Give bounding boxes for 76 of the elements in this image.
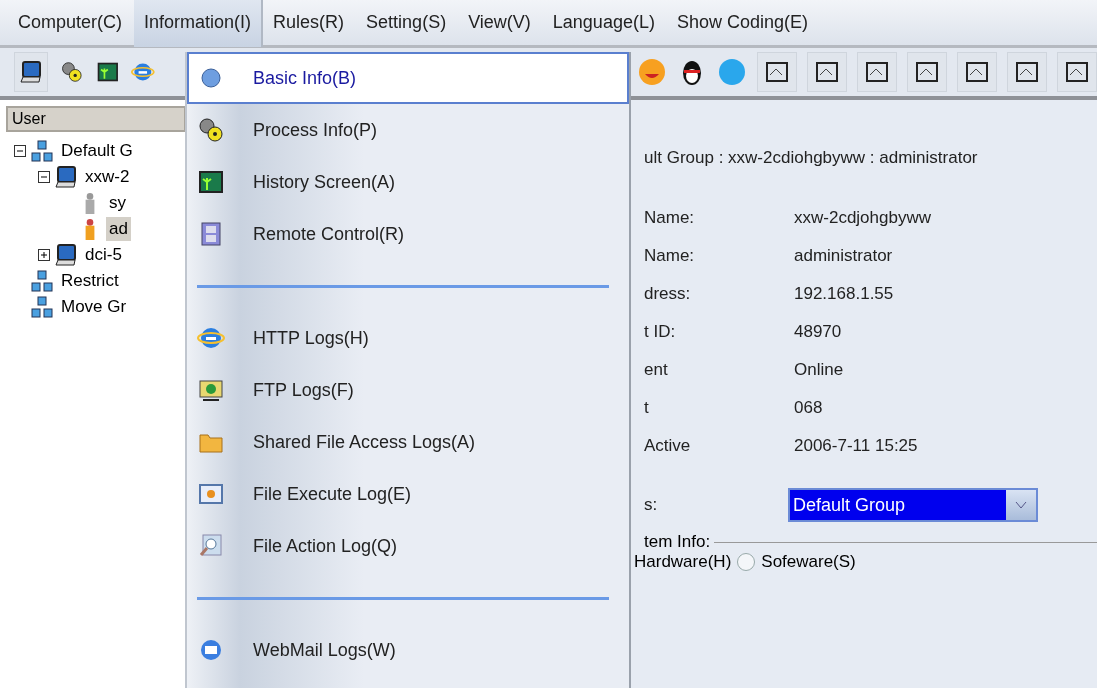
user-icon	[84, 218, 96, 240]
window-icon	[914, 59, 940, 85]
radio-label[interactable]: Sofeware(S)	[761, 552, 856, 572]
computer-icon	[54, 165, 78, 189]
field-value: 068	[794, 397, 824, 419]
field-label: ent	[644, 359, 669, 381]
menu-title[interactable]: Information(I)	[134, 0, 264, 47]
menu-item[interactable]: HTTP Logs(H)	[187, 312, 629, 364]
window-icon	[814, 59, 840, 85]
field-label: Name:	[644, 207, 696, 229]
menu-item[interactable]: WebMail Logs(W)	[187, 624, 629, 676]
menu-item[interactable]: FTP Logs(F)	[187, 364, 629, 416]
network-group-icon	[30, 139, 54, 163]
window-icon	[864, 59, 890, 85]
window-icon	[964, 59, 990, 85]
group-select[interactable]: Default Group	[788, 488, 1038, 522]
window-icon	[1064, 59, 1090, 85]
field-value: Online	[794, 359, 845, 381]
menu-item[interactable]: Process Info(P)	[187, 104, 629, 156]
field-value: 192.168.1.55	[794, 283, 895, 305]
image-tool-button[interactable]	[1057, 52, 1097, 92]
network-group-icon	[30, 295, 54, 319]
menu-item[interactable]: File Execute Log(E)	[187, 468, 629, 520]
tree-item[interactable]: sy	[106, 191, 129, 215]
screen-icon	[197, 168, 225, 196]
expand-toggle-icon[interactable]	[38, 249, 50, 261]
user-icon	[84, 192, 96, 214]
menu-title[interactable]: Language(L)	[542, 0, 667, 47]
caret-icon	[1015, 500, 1027, 510]
field-value: 48970	[794, 321, 843, 343]
menu-title[interactable]: View(V)	[458, 0, 543, 47]
field-value: administrator	[794, 245, 894, 267]
field-value: xxw-2cdjohgbyww	[794, 207, 932, 229]
collapse-toggle-icon[interactable]	[38, 171, 50, 183]
field-value: 2006-7-11 15:25	[794, 435, 919, 457]
field-label: dress:	[644, 283, 692, 305]
tree-item[interactable]: Default G	[58, 139, 136, 163]
menu-title[interactable]: Computer(C)	[8, 0, 135, 47]
breadcrumb-path: ult Group : xxw-2cdiohgbyww : administrator	[644, 148, 979, 168]
gears-icon	[197, 116, 225, 144]
plug-tool-button[interactable]	[757, 52, 797, 92]
tree-item[interactable]: Restrict	[58, 269, 122, 293]
menu-item[interactable]: Shared File Access Logs(A)	[187, 416, 629, 468]
window-icon	[764, 59, 790, 85]
field-label: s:	[644, 494, 659, 516]
tree-item[interactable]: ad	[106, 217, 131, 241]
network-group-icon	[30, 269, 54, 293]
smiley-icon[interactable]	[637, 57, 667, 87]
computer-icon	[19, 60, 44, 84]
field-label: Name:	[644, 245, 696, 267]
collapse-toggle-icon[interactable]	[14, 145, 26, 157]
group-legend: tem Info:	[644, 532, 711, 552]
menu-item[interactable]: History Screen(A)	[187, 156, 629, 208]
menu-item[interactable]: Remote Control(R)	[187, 208, 629, 260]
menu-title[interactable]: Show Coding(E)	[666, 0, 820, 47]
radio-label[interactable]: Hardware(H)	[634, 552, 732, 572]
menu-item[interactable]: File Action Log(Q)	[187, 520, 629, 572]
cable-tool-button[interactable]	[807, 52, 847, 92]
field-label: t	[644, 397, 650, 419]
tree-item[interactable]: dci-5	[82, 243, 125, 267]
field-label: Active	[644, 435, 692, 457]
tree-item[interactable]: xxw-2	[82, 165, 133, 189]
radio-button[interactable]	[737, 553, 756, 571]
menu-item[interactable]: Basic Info(B)	[187, 52, 629, 104]
tree-item[interactable]: Move Gr	[58, 295, 130, 319]
picture-tool-button[interactable]	[907, 52, 947, 92]
notepad-tool-button[interactable]	[1007, 52, 1047, 92]
menu-title[interactable]: Rules(R)	[263, 0, 357, 47]
window-icon	[1014, 59, 1040, 85]
column-header: User	[6, 106, 186, 132]
screen-tool-button[interactable]	[957, 52, 997, 92]
document-tool-button[interactable]	[857, 52, 897, 92]
menu-title[interactable]: Setting(S)	[356, 0, 459, 47]
computer-tool-button[interactable]	[14, 52, 49, 92]
computer-icon	[54, 243, 78, 267]
field-label: t ID:	[644, 321, 677, 343]
